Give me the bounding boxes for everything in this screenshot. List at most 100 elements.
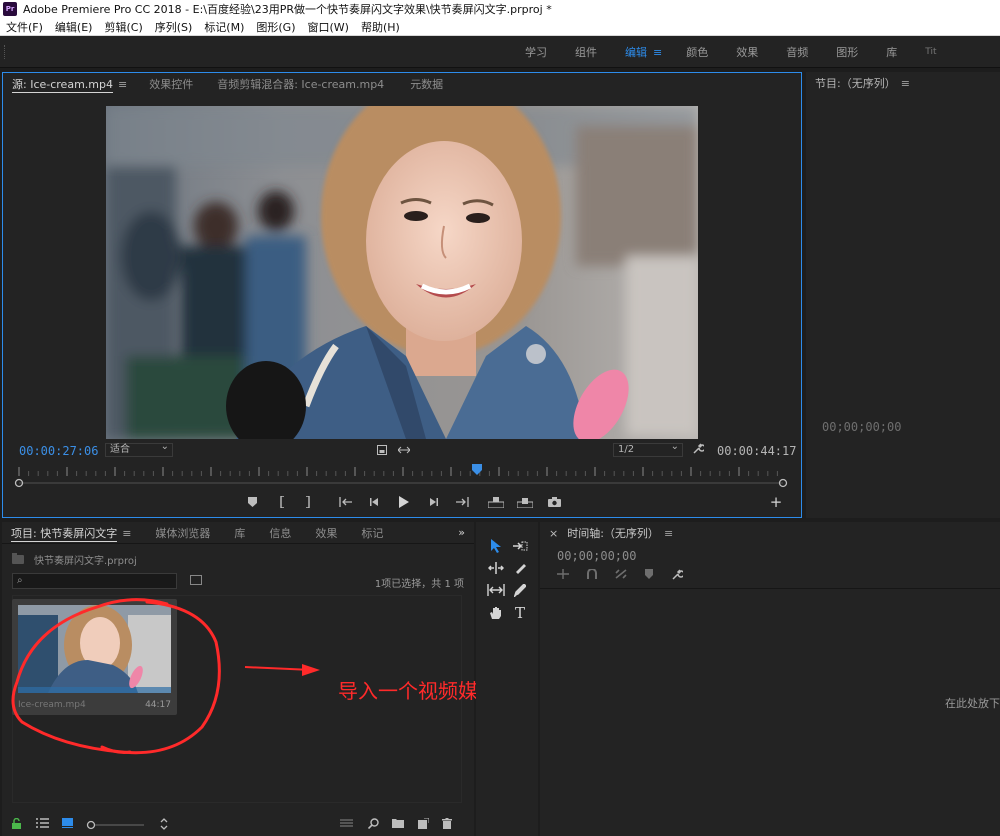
track-select-tool-icon[interactable] — [509, 536, 531, 556]
new-bin-icon[interactable] — [392, 818, 404, 831]
workspace-tab-color[interactable]: 颜色 — [676, 44, 726, 60]
tab-markers[interactable]: 标记 — [352, 525, 392, 541]
mark-out-button[interactable] — [299, 493, 317, 511]
step-forward-button[interactable] — [424, 493, 442, 511]
ripple-edit-tool-icon[interactable] — [485, 558, 507, 578]
menu-clip[interactable]: 剪辑(C) — [98, 19, 148, 35]
hand-tool-icon[interactable] — [485, 603, 507, 623]
annotation-circle-and-arrow — [11, 598, 320, 755]
new-item-icon[interactable] — [418, 817, 430, 832]
grip-icon[interactable] — [4, 45, 7, 59]
mark-out-icon — [306, 496, 310, 508]
panel-menu-icon[interactable]: ≡ — [118, 78, 127, 91]
source-video-frame[interactable] — [106, 106, 698, 439]
overwrite-icon — [517, 497, 533, 508]
workspace-tab-libraries[interactable]: 库 — [876, 44, 915, 60]
padlock-icon — [12, 817, 21, 829]
new-item-page-icon — [418, 817, 430, 829]
tab-audio-clip-mixer[interactable]: 音频剪辑混合器: Ice-cream.mp4 — [208, 76, 393, 92]
list-view-icon[interactable] — [36, 818, 49, 831]
razor-icon — [516, 564, 526, 574]
tab-program[interactable]: 节目:（无序列） ≡ — [806, 75, 919, 91]
go-to-out-button[interactable] — [453, 493, 471, 511]
add-marker-icon[interactable] — [645, 569, 653, 584]
play-button[interactable] — [395, 493, 413, 511]
source-current-timecode[interactable]: 00:00:27:06 — [19, 444, 98, 458]
tab-info[interactable]: 信息 — [260, 525, 300, 541]
menu-help[interactable]: 帮助(H) — [355, 19, 406, 35]
slip-tool-icon[interactable] — [485, 580, 507, 600]
tab-effect-controls[interactable]: 效果控件 — [140, 76, 202, 92]
export-frame-settings-icon[interactable] — [373, 441, 391, 459]
list-icon — [36, 818, 49, 828]
tools-panel: T — [476, 522, 538, 836]
tab-project[interactable]: 项目: 快节奏屏闪文字 ≡ — [2, 525, 140, 542]
tab-media-browser[interactable]: 媒体浏览器 — [146, 525, 219, 541]
step-back-button[interactable] — [366, 493, 384, 511]
tab-source[interactable]: 源: Ice-cream.mp4 ≡ — [3, 76, 136, 93]
drag-video-icon[interactable] — [395, 441, 413, 459]
workspace-tab-graphics[interactable]: 图形 — [826, 44, 876, 60]
workspace-tab-titles[interactable]: Tit — [915, 47, 936, 57]
workspace-tab-audio[interactable]: 音频 — [776, 44, 826, 60]
tab-libraries[interactable]: 库 — [225, 525, 254, 541]
icon-view-icon[interactable] — [62, 818, 73, 831]
menu-graphics[interactable]: 图形(G) — [250, 19, 301, 35]
timeline-timecode[interactable]: 00;00;00;00 — [557, 549, 636, 563]
tab-timeline[interactable]: 时间轴:（无序列） ≡ — [558, 525, 682, 541]
project-bottom-toolbar — [2, 814, 474, 836]
tab-metadata[interactable]: 元数据 — [401, 76, 452, 92]
program-timecode[interactable]: 00;00;00;00 — [822, 420, 901, 434]
automate-to-sequence-icon[interactable] — [340, 818, 353, 831]
export-frame-button[interactable] — [545, 493, 563, 511]
snap-icon[interactable] — [587, 568, 597, 584]
premiere-logo-icon: Pr — [3, 2, 17, 16]
tab-close-icon[interactable]: × — [540, 527, 558, 540]
add-marker-button[interactable] — [243, 493, 261, 511]
play-icon — [399, 496, 409, 508]
razor-tool-icon[interactable] — [509, 558, 531, 578]
project-file-name: 快节奏屏闪文字.prproj — [34, 556, 137, 567]
wrench-icon[interactable] — [689, 440, 707, 458]
panel-menu-icon[interactable]: ≡ — [664, 527, 673, 540]
zoom-slider[interactable] — [86, 820, 146, 830]
workspace-tab-learning[interactable]: 学习 — [515, 44, 565, 60]
nest-icon[interactable] — [557, 569, 569, 584]
window-title: Adobe Premiere Pro CC 2018 - E:\百度经验\23用… — [23, 3, 552, 16]
go-to-in-button[interactable] — [337, 493, 355, 511]
menu-file[interactable]: 文件(F) — [0, 19, 49, 35]
workspace-menu-icon[interactable]: ≡ — [653, 46, 662, 59]
insert-button[interactable] — [487, 493, 505, 511]
workspace-tab-assembly[interactable]: 组件 — [565, 44, 615, 60]
tab-source-label: 源: Ice-cream.mp4 — [12, 78, 113, 93]
panel-menu-icon[interactable]: ≡ — [122, 527, 131, 540]
type-tool-icon[interactable]: T — [509, 603, 531, 623]
lock-icon[interactable] — [12, 817, 21, 832]
overwrite-button[interactable] — [516, 493, 534, 511]
mark-in-button[interactable] — [273, 493, 291, 511]
menu-sequence[interactable]: 序列(S) — [149, 19, 199, 35]
source-monitor-panel: 源: Ice-cream.mp4 ≡ 效果控件 音频剪辑混合器: Ice-crea… — [2, 72, 802, 518]
pen-tool-icon[interactable] — [509, 580, 531, 600]
step-back-icon — [370, 498, 378, 506]
selection-tool-icon[interactable] — [485, 536, 507, 556]
source-scrubber[interactable] — [13, 476, 789, 490]
fit-dropdown[interactable]: 适合 — [105, 441, 173, 457]
tab-effects[interactable]: 效果 — [306, 525, 346, 541]
tab-overflow-icon[interactable]: » — [449, 526, 474, 539]
menu-window[interactable]: 窗口(W) — [302, 19, 355, 35]
playhead-marker[interactable] — [472, 464, 483, 476]
workspace-tab-effects[interactable]: 效果 — [726, 44, 776, 60]
playback-resolution-dropdown[interactable]: 1/2 — [613, 441, 683, 457]
menu-edit[interactable]: 编辑(E) — [49, 19, 99, 35]
sort-icon[interactable] — [160, 818, 168, 833]
find-icon[interactable] — [367, 818, 379, 832]
trash-icon[interactable] — [442, 818, 452, 832]
linked-selection-icon[interactable] — [615, 569, 627, 584]
project-panel: 项目: 快节奏屏闪文字 ≡ 媒体浏览器 库 信息 效果 标记 » 快节奏屏闪文字.… — [2, 522, 498, 836]
menu-marker[interactable]: 标记(M) — [198, 19, 250, 35]
timeline-settings-icon[interactable] — [671, 569, 685, 584]
project-path: 快节奏屏闪文字.prproj — [12, 552, 137, 567]
panel-menu-icon[interactable]: ≡ — [901, 77, 910, 90]
button-editor-plus-icon[interactable]: + — [767, 493, 785, 511]
